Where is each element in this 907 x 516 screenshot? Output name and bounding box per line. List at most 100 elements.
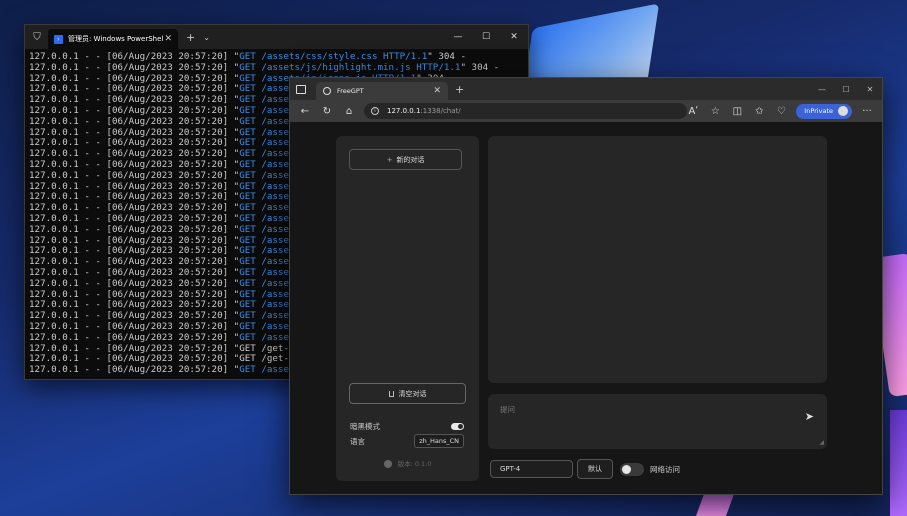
log-prefix: 127.0.0.1 - - [06/Aug/2023 20:57:20] " [29, 299, 240, 311]
log-prefix: 127.0.0.1 - - [06/Aug/2023 20:57:20] " [29, 180, 240, 192]
version-label: 版本: 0.1.0 [397, 460, 432, 468]
browser-tab-freegpt[interactable]: FreeGPT ✕ [316, 82, 448, 100]
jailbreak-select[interactable]: 默认 [577, 459, 613, 479]
log-request: GET /assets/css/style.css HTTP/1.1 [239, 51, 428, 62]
version-info[interactable]: 版本: 0.1.0 [336, 458, 479, 468]
read-aloud-icon[interactable]: Aʹ [682, 101, 704, 121]
terminal-tab[interactable]: › 管理员: Windows PowerShell ✕ [48, 29, 178, 49]
language-select[interactable]: zh_Hans_CN [414, 434, 464, 448]
clear-chat-button[interactable]: 清空对话 [349, 383, 466, 404]
split-screen-icon[interactable]: ◫ [726, 101, 748, 121]
log-prefix: 127.0.0.1 - - [06/Aug/2023 20:57:20] " [29, 72, 240, 84]
back-button[interactable]: ← [294, 101, 316, 121]
inprivate-badge[interactable]: InPrivate [796, 103, 852, 119]
browser-tab-title: FreeGPT [337, 87, 364, 95]
minimize-button[interactable]: — [810, 78, 834, 100]
favorite-star-icon[interactable]: ☆ [704, 101, 726, 121]
log-prefix: 127.0.0.1 - - [06/Aug/2023 20:57:20] " [29, 104, 240, 116]
log-prefix: 127.0.0.1 - - [06/Aug/2023 20:57:20] " [29, 94, 240, 106]
wallpaper-ribbon [890, 410, 907, 516]
log-prefix: 127.0.0.1 - - [06/Aug/2023 20:57:20] " [29, 191, 240, 203]
log-prefix: 127.0.0.1 - - [06/Aug/2023 20:57:20] " [29, 310, 240, 322]
log-prefix: 127.0.0.1 - - [06/Aug/2023 20:57:20] " [29, 331, 240, 343]
log-prefix: 127.0.0.1 - - [06/Aug/2023 20:57:20] " [29, 266, 240, 278]
log-suffix: " 304 - [427, 51, 467, 62]
log-prefix: 127.0.0.1 - - [06/Aug/2023 20:57:20] " [29, 169, 240, 181]
dark-mode-label: 暗黑模式 [350, 422, 380, 431]
options-bar: GPT-4 默认 网络访问 [490, 459, 680, 479]
browser-essentials-icon[interactable]: ♡ [770, 101, 792, 121]
browser-window: FreeGPT ✕ + — ☐ ✕ ← ↻ ⌂ i 127.0.0.1:1338… [289, 77, 883, 495]
favorites-icon[interactable]: ✩ [748, 101, 770, 121]
dark-mode-row: 暗黑模式 [350, 421, 464, 432]
minimize-button[interactable]: — [444, 25, 472, 49]
powershell-icon: › [54, 34, 63, 44]
log-prefix: 127.0.0.1 - - [06/Aug/2023 20:57:20] " [29, 51, 240, 62]
chevron-down-icon[interactable]: ⌄ [203, 33, 210, 42]
log-prefix: 127.0.0.1 - - [06/Aug/2023 20:57:20] " [29, 115, 240, 127]
message-input[interactable] [498, 402, 792, 444]
inprivate-label: InPrivate [804, 107, 833, 115]
maximize-button[interactable]: ☐ [472, 25, 500, 49]
log-suffix: " 304 - [460, 61, 500, 73]
favicon-icon [323, 87, 331, 95]
new-chat-label: 新的对话 [396, 155, 425, 164]
window-controls: — ☐ ✕ [810, 78, 882, 100]
home-button[interactable]: ⌂ [338, 101, 360, 121]
log-prefix: 127.0.0.1 - - [06/Aug/2023 20:57:20] " [29, 256, 240, 268]
log-prefix: 127.0.0.1 - - [06/Aug/2023 20:57:20] " [29, 288, 240, 300]
log-prefix: 127.0.0.1 - - [06/Aug/2023 20:57:20] " [29, 61, 240, 73]
terminal-tabbar: ⛉ › 管理员: Windows PowerShell ✕ + ⌄ — ☐ ✕ [25, 25, 528, 49]
log-prefix: 127.0.0.1 - - [06/Aug/2023 20:57:20] " [29, 158, 240, 170]
log-prefix: 127.0.0.1 - - [06/Aug/2023 20:57:20] " [29, 202, 240, 214]
close-icon[interactable]: ✕ [164, 34, 172, 44]
new-chat-button[interactable]: + 新的对话 [349, 149, 462, 170]
close-window-button[interactable]: ✕ [858, 78, 882, 100]
address-bar[interactable]: i 127.0.0.1:1338/chat/ [364, 103, 687, 119]
log-prefix: 127.0.0.1 - - [06/Aug/2023 20:57:20] " [29, 364, 240, 376]
close-icon[interactable]: ✕ [433, 86, 441, 96]
url-path: :1338/chat/ [420, 107, 461, 115]
model-select[interactable]: GPT-4 [490, 460, 573, 478]
info-icon[interactable]: i [371, 107, 379, 115]
language-row: 语言 zh_Hans_CN [350, 434, 464, 448]
maximize-button[interactable]: ☐ [834, 78, 858, 100]
window-controls: — ☐ ✕ [444, 25, 528, 49]
refresh-button[interactable]: ↻ [316, 101, 338, 121]
new-tab-button[interactable]: + [186, 31, 195, 44]
log-prefix: 127.0.0.1 - - [06/Aug/2023 20:57:20] " [29, 148, 240, 160]
log-prefix: 127.0.0.1 - - [06/Aug/2023 20:57:20] " [29, 126, 240, 138]
chat-messages-area [488, 136, 827, 383]
new-tab-button[interactable]: + [455, 83, 464, 96]
browser-tabbar: FreeGPT ✕ + — ☐ ✕ [290, 78, 882, 100]
web-access-label: 网络访问 [650, 464, 680, 474]
language-label: 语言 [350, 436, 365, 446]
log-prefix: 127.0.0.1 - - [06/Aug/2023 20:57:20] " [29, 223, 240, 235]
trash-icon [388, 390, 394, 397]
log-prefix: 127.0.0.1 - - [06/Aug/2023 20:57:20] " [29, 83, 240, 95]
send-icon[interactable]: ➤ [805, 410, 814, 423]
resize-grip-icon[interactable]: ◢ [819, 439, 824, 446]
dark-mode-toggle[interactable] [451, 423, 464, 430]
toolbar-right: Aʹ ☆ ◫ ✩ ♡ InPrivate ··· [682, 101, 878, 121]
sidebar: + 新的对话 清空对话 暗黑模式 语言 zh_Hans_CN 版本: 0.1.0 [336, 136, 479, 481]
log-prefix: 127.0.0.1 - - [06/Aug/2023 20:57:20] " [29, 353, 240, 365]
log-request: GET /assets/js/highlight.min.js HTTP/1.1 [239, 61, 461, 73]
browser-toolbar: ← ↻ ⌂ i 127.0.0.1:1338/chat/ Aʹ ☆ ◫ ✩ ♡ … [290, 100, 882, 122]
page-content: + 新的对话 清空对话 暗黑模式 语言 zh_Hans_CN 版本: 0.1.0 [290, 122, 882, 494]
more-menu-icon[interactable]: ··· [856, 101, 878, 121]
shield-icon[interactable]: ⛉ [28, 25, 46, 49]
log-prefix: 127.0.0.1 - - [06/Aug/2023 20:57:20] " [29, 234, 240, 246]
avatar [838, 106, 848, 116]
close-window-button[interactable]: ✕ [500, 25, 528, 49]
log-prefix: 127.0.0.1 - - [06/Aug/2023 20:57:20] " [29, 245, 240, 257]
url-host: 127.0.0.1 [387, 107, 421, 115]
terminal-tab-title: 管理员: Windows PowerShell [68, 35, 165, 43]
log-prefix: 127.0.0.1 - - [06/Aug/2023 20:57:20] " [29, 212, 240, 224]
log-prefix: 127.0.0.1 - - [06/Aug/2023 20:57:20] " [29, 342, 240, 354]
tab-actions-icon[interactable] [290, 78, 312, 100]
message-input-container: ➤ ◢ [488, 394, 827, 449]
log-prefix: 127.0.0.1 - - [06/Aug/2023 20:57:20] " [29, 137, 240, 149]
clear-chat-label: 清空对话 [398, 389, 427, 398]
web-access-toggle[interactable] [620, 462, 644, 476]
